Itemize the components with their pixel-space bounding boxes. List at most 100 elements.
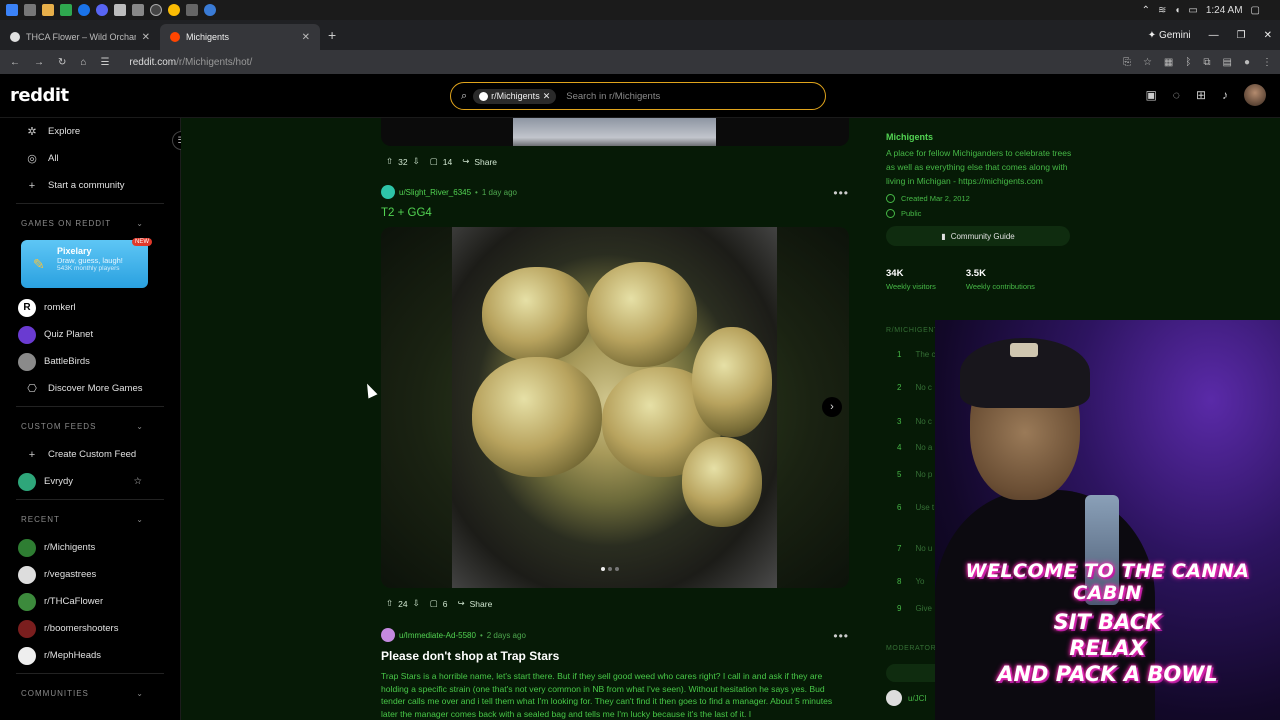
more-options-icon[interactable]: ••• — [833, 186, 849, 200]
chevron-up-icon[interactable]: ⌃ — [1142, 5, 1150, 16]
minimize-icon[interactable]: — — [1209, 30, 1219, 41]
sidebar-discover-games[interactable]: ⎔ Discover More Games — [0, 375, 180, 402]
custom-feeds-header[interactable]: CUSTOM FEEDS ⌄ — [0, 411, 180, 441]
sidebar-game-battlebirds[interactable]: BattleBirds — [0, 348, 180, 375]
sidebar-game-romkerl[interactable]: R romkerl — [0, 294, 180, 321]
install-icon[interactable]: ⎘ — [1123, 57, 1131, 68]
sidebar-feed-evrydy[interactable]: Evrydy ☆ — [0, 468, 180, 495]
sidebar-recent-boomershooters[interactable]: r/boomershooters — [0, 615, 180, 642]
wifi-icon[interactable]: ≋ — [1158, 5, 1166, 16]
rule-item[interactable]: 9 Give — [897, 604, 932, 613]
post-title[interactable]: T2 + GG4 — [381, 207, 432, 219]
discord-icon[interactable] — [96, 4, 108, 16]
sidebar-recent-vegastrees[interactable]: r/vegastrees — [0, 561, 180, 588]
close-window-icon[interactable]: ✕ — [1264, 30, 1272, 41]
community-guide-button[interactable]: ▮ Community Guide — [886, 226, 1070, 246]
tab-michigents[interactable]: Michigents ✕ — [160, 24, 320, 50]
battery-icon[interactable]: ▭ — [1188, 5, 1197, 16]
rule-item[interactable]: 1 The c — [897, 350, 935, 359]
notifications-icon[interactable]: ♪ — [1222, 88, 1228, 102]
share-button[interactable]: ↪ Share — [462, 156, 497, 167]
star-icon[interactable]: ☆ — [133, 476, 142, 487]
games-section-header[interactable]: GAMES ON REDDIT ⌄ — [0, 208, 180, 238]
reload-icon[interactable]: ↻ — [58, 57, 66, 68]
volume-icon[interactable]: ◖ — [1174, 5, 1180, 16]
carousel-dot[interactable] — [615, 567, 619, 571]
sidebar-recent-thcaflower[interactable]: r/THCaFlower — [0, 588, 180, 615]
restore-icon[interactable]: ❐ — [1237, 30, 1246, 41]
app-icon-3[interactable] — [204, 4, 216, 16]
sidebar-game-quiz-planet[interactable]: Quiz Planet — [0, 321, 180, 348]
bluetooth-icon[interactable]: ᛒ — [1185, 57, 1191, 68]
sheets-icon[interactable] — [60, 4, 72, 16]
close-tab-icon[interactable]: ✕ — [302, 32, 310, 43]
upvote-icon[interactable]: ⇧ — [386, 598, 393, 609]
rule-item[interactable]: 4 No a — [897, 443, 932, 452]
home-icon[interactable]: ⌂ — [80, 57, 86, 68]
share-button[interactable]: ↪ Share — [457, 598, 492, 609]
post-body[interactable]: Trap Stars is a horrible name, let's sta… — [381, 670, 851, 720]
app-icon-2[interactable] — [186, 4, 198, 16]
rule-item[interactable]: 3 No c — [897, 417, 932, 426]
chrome-icon[interactable] — [168, 4, 180, 16]
comments-button[interactable]: ▢ 6 — [430, 598, 448, 609]
post-author[interactable]: u/Slight_River_6345 — [399, 188, 471, 197]
downvote-icon[interactable]: ⇩ — [413, 598, 420, 609]
more-options-icon[interactable]: ••• — [833, 629, 849, 643]
user-avatar[interactable] — [1244, 84, 1266, 106]
next-image-button[interactable]: › — [822, 397, 842, 417]
sidebar-create-custom-feed[interactable]: + Create Custom Feed — [0, 441, 180, 468]
tab-thca-flower[interactable]: THCA Flower – Wild Orchard H ✕ — [0, 24, 160, 50]
search-bar[interactable]: ⌕ r/Michigents ✕ Search in r/Michigents — [450, 82, 826, 110]
site-info-icon[interactable]: ☰ — [100, 57, 109, 68]
chat-icon[interactable]: ◌ — [1173, 88, 1180, 102]
rule-item[interactable]: 6 Use t — [897, 503, 934, 512]
clock-app-icon[interactable] — [150, 4, 162, 16]
clock[interactable]: 1:24 AM — [1206, 5, 1243, 16]
new-tab-button[interactable]: + — [320, 27, 344, 43]
post-media[interactable]: › — [381, 227, 849, 588]
user-avatar[interactable] — [381, 628, 395, 642]
close-tab-icon[interactable]: ✕ — [142, 32, 150, 43]
reddit-logo[interactable]: reddit — [0, 85, 69, 106]
profile-icon[interactable]: ● — [1244, 57, 1250, 68]
search-input[interactable]: Search in r/Michigents — [566, 91, 660, 102]
rule-item[interactable]: 8 Yo — [897, 577, 925, 586]
sidebar-recent-mephheads[interactable]: r/MephHeads — [0, 642, 180, 669]
post-title[interactable]: Please don't shop at Trap Stars — [381, 649, 559, 663]
notification-icon[interactable]: ▢ — [1251, 5, 1260, 16]
sidebar-item-all[interactable]: ◎ All — [0, 145, 180, 172]
edge-icon[interactable] — [78, 4, 90, 16]
sidebar-item-explore[interactable]: ✲ Explore — [0, 118, 180, 145]
sidebar-item-start-community[interactable]: + Start a community — [0, 172, 180, 199]
advertise-icon[interactable]: ▣ — [1145, 88, 1156, 102]
search-scope-chip[interactable]: r/Michigents ✕ — [473, 88, 557, 104]
folder-icon[interactable] — [42, 4, 54, 16]
menu-icon[interactable]: ⋮ — [1262, 57, 1272, 68]
puzzle-icon[interactable]: ⧉ — [1203, 57, 1210, 68]
recent-header[interactable]: RECENT ⌄ — [0, 504, 180, 534]
rule-item[interactable]: 2 No c — [897, 383, 932, 392]
downvote-icon[interactable]: ⇩ — [413, 156, 420, 167]
sidebar-recent-michigents[interactable]: r/Michigents — [0, 534, 180, 561]
gemini-button[interactable]: ✦ Gemini — [1148, 30, 1191, 41]
communities-header[interactable]: COMMUNITIES ⌄ — [0, 678, 180, 708]
rule-item[interactable]: 7 No u — [897, 544, 932, 553]
moderator-row[interactable]: u/JCI — [886, 690, 927, 706]
app-icon[interactable] — [132, 4, 144, 16]
widgets-icon[interactable] — [24, 4, 36, 16]
create-post-icon[interactable]: ⊞ — [1196, 88, 1206, 102]
previous-post-image[interactable] — [381, 118, 849, 146]
back-icon[interactable]: ← — [10, 57, 20, 68]
windows-start-icon[interactable] — [6, 4, 18, 16]
featured-game-card[interactable]: ✎ NEW Pixelary Draw, guess, laugh! 543K … — [21, 238, 152, 288]
carousel-dot[interactable] — [601, 567, 605, 571]
remove-scope-icon[interactable]: ✕ — [543, 91, 551, 102]
user-avatar[interactable] — [381, 185, 395, 199]
comments-button[interactable]: ▢ 14 — [430, 156, 453, 167]
rule-item[interactable]: 5 No p — [897, 470, 932, 479]
post-author[interactable]: u/Immediate-Ad-5580 — [399, 631, 476, 640]
sidepanel-icon[interactable]: ▤ — [1223, 57, 1232, 68]
community-name[interactable]: Michigents — [886, 132, 1076, 142]
forward-icon[interactable]: → — [34, 57, 44, 68]
